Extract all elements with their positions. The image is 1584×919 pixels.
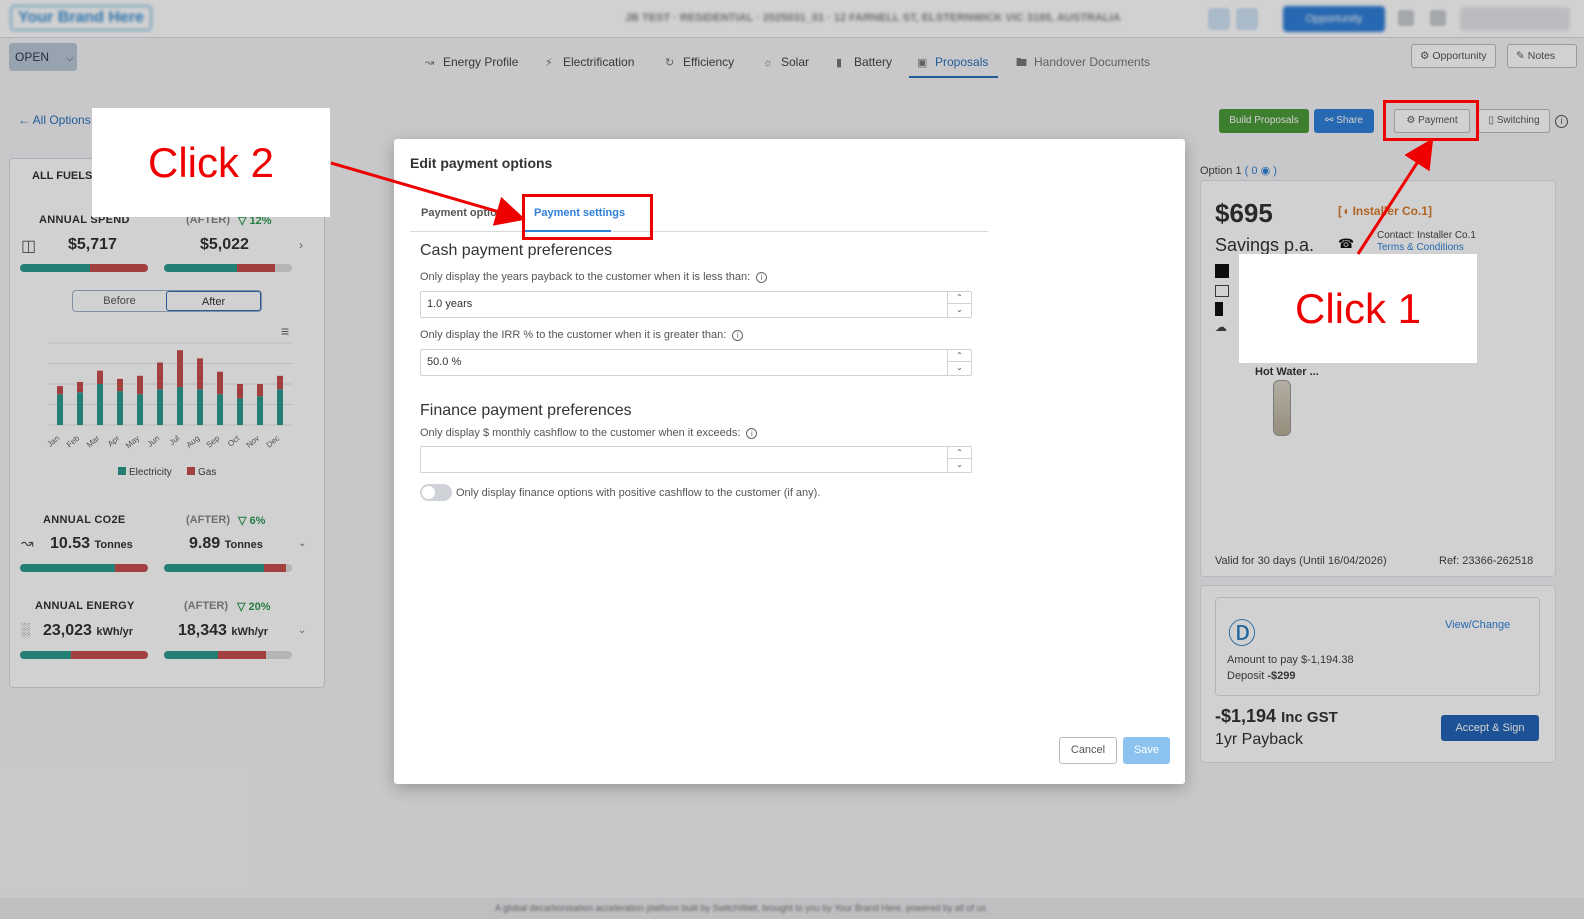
arrow-to-payment-settings [330,161,526,226]
arrow-to-payment-button [1356,137,1434,255]
annotation-arrows [330,137,1434,255]
